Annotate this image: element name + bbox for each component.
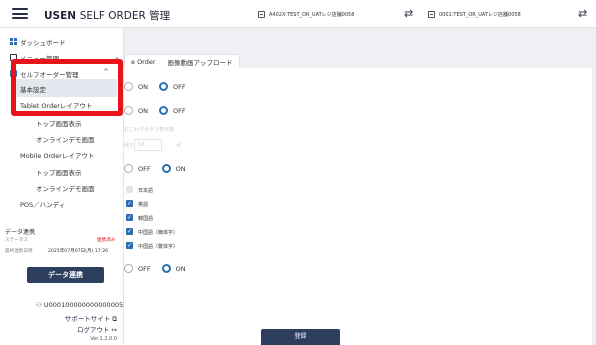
highlight-annotation-box <box>11 59 123 116</box>
user-icon: ⚇ <box>36 301 42 309</box>
store-icon <box>428 11 435 18</box>
radio-off[interactable] <box>158 106 168 115</box>
sidebar-item-mobile-layout[interactable]: Mobile Orderレイアウト <box>20 150 94 160</box>
version-label: Ver.1.2.0.0 <box>90 336 117 342</box>
support-site-link[interactable]: サポートサイト ⧉ <box>65 313 117 324</box>
sidebar-item-tablet-top[interactable]: トップ画面表示 <box>36 118 82 128</box>
data-sync-status-value: 連携済み <box>97 238 116 243</box>
store-selector-left[interactable]: A402X:TEST_OR_UATレジ店舗0058 <box>258 11 354 18</box>
sidebar: ダッシュボード メニュー管理 ⌄ セルフオーダー管理 ^ 基本設定 Tablet… <box>0 28 128 345</box>
radio-on[interactable] <box>124 82 133 91</box>
checkbox-chinese-traditional[interactable]: ✓ <box>126 242 133 249</box>
disabled-count-input: 50 <box>134 139 162 151</box>
content-tabs: e Order 画像動画アップロード <box>124 54 240 68</box>
logout-icon: ↦ <box>111 326 117 334</box>
sidebar-item-tablet-demo[interactable]: オンラインデモ画面 <box>36 134 95 144</box>
external-link-icon: ⧉ <box>112 315 117 323</box>
sidebar-item-mobile-top[interactable]: トップ画面表示 <box>36 167 82 177</box>
hamburger-menu-icon[interactable] <box>12 8 28 19</box>
setting-row-2: ON OFF <box>124 106 197 115</box>
language-label: 中国語（簡体字） <box>138 230 179 236</box>
language-label: 英語 <box>138 202 149 208</box>
language-label: 韓国語 <box>138 216 154 222</box>
data-sync-status-label: ステータス <box>5 238 28 243</box>
radio-on[interactable] <box>161 164 171 173</box>
logout-link[interactable]: ログアウト ↦ <box>77 324 117 334</box>
data-sync-button[interactable]: データ連携 <box>27 267 104 283</box>
user-id: ⚇ U0001000000000000055 <box>36 301 128 309</box>
checkbox-chinese-simplified[interactable]: ✓ <box>126 228 133 235</box>
register-button[interactable]: 登録 <box>261 329 340 345</box>
sidebar-item-dashboard[interactable]: ダッシュボード <box>20 37 66 47</box>
data-sync-last-value: 2025年07月07日(月) 17:26 <box>48 249 109 254</box>
app-header: USEN SELF ORDER 管理 A402X:TEST_OR_UATレジ店舗… <box>0 0 596 28</box>
disabled-prefix: 残り <box>124 143 135 149</box>
checkbox-korean[interactable]: ✓ <box>126 214 133 221</box>
dashboard-icon <box>10 38 17 45</box>
radio-off[interactable] <box>158 82 168 91</box>
language-label: 日本語 <box>138 188 154 194</box>
radio-off[interactable] <box>124 264 133 273</box>
tab-order[interactable]: e Order <box>125 58 162 66</box>
data-sync-last-label: 最終連携日時 <box>5 249 33 254</box>
setting-row-4: OFF ON <box>124 264 197 273</box>
checkbox-english[interactable]: ✓ <box>126 200 133 207</box>
radio-on[interactable] <box>124 106 133 115</box>
swap-arrows-icon[interactable]: ⇄ <box>404 7 413 20</box>
data-sync-title: データ連携 <box>5 229 36 236</box>
setting-row-1: ON OFF <box>124 82 197 91</box>
brand-name: USEN <box>44 10 77 22</box>
setting-row-3: OFF ON <box>124 164 197 173</box>
language-label: 中国語（繁体字） <box>138 244 179 250</box>
disabled-setting-label: おこわりボタン表示数 <box>124 127 175 133</box>
store-selector-right[interactable]: 0001:TEST_OR_UATレジ店舗0058 <box>428 11 521 18</box>
sidebar-item-pos-handy[interactable]: POS／ハンディ <box>20 199 65 209</box>
checkbox-japanese <box>126 186 133 193</box>
tab-image-upload[interactable]: 画像動画アップロード <box>162 57 239 67</box>
disabled-unit: 点 <box>176 143 182 149</box>
radio-on[interactable] <box>161 264 171 273</box>
app-title: USEN SELF ORDER 管理 <box>44 8 170 23</box>
radio-off[interactable] <box>124 164 133 173</box>
brand-subtitle: SELF ORDER 管理 <box>79 10 171 22</box>
settings-panel: ON OFF ON OFF おこわりボタン表示数 残り 50 点 OFF ON … <box>124 68 592 345</box>
swap-arrows-icon[interactable]: ⇄ <box>578 7 587 20</box>
sidebar-item-mobile-demo[interactable]: オンラインデモ画面 <box>36 183 95 193</box>
store-icon <box>258 11 265 18</box>
